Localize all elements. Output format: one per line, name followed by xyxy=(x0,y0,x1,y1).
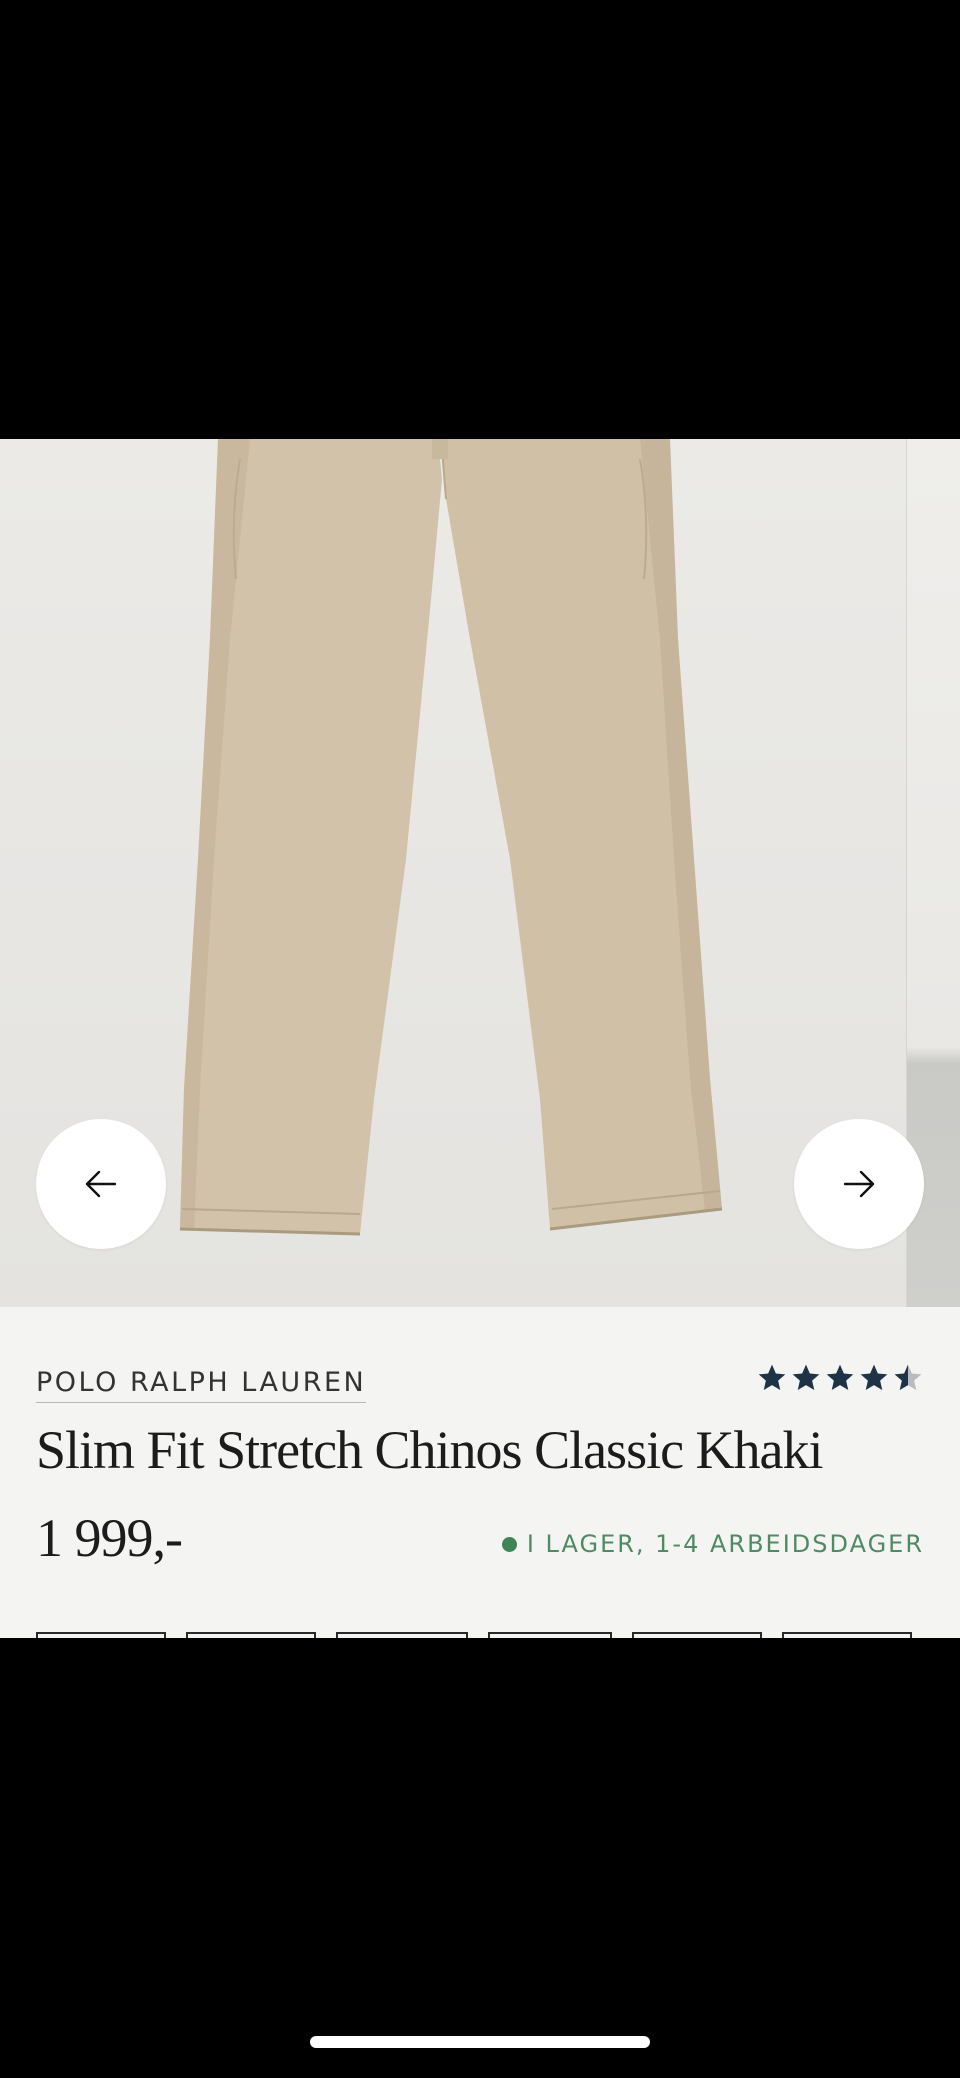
size-option[interactable] xyxy=(632,1632,762,1638)
star-full-icon xyxy=(792,1364,820,1390)
size-option[interactable] xyxy=(36,1632,166,1638)
screen: POLO RALPH LAUREN Slim Fit Stretch Chino… xyxy=(0,0,960,2078)
in-stock-dot-icon xyxy=(501,1536,517,1552)
arrow-right-icon xyxy=(843,1170,875,1198)
product-info-panel: POLO RALPH LAUREN Slim Fit Stretch Chino… xyxy=(0,1307,960,1638)
star-full-icon xyxy=(860,1364,888,1390)
size-option[interactable] xyxy=(488,1632,612,1638)
previous-image-button[interactable] xyxy=(36,1119,166,1249)
size-option[interactable] xyxy=(336,1632,468,1638)
stock-status-label: I LAGER, 1-4 ARBEIDSDAGER xyxy=(526,1530,924,1558)
size-option[interactable] xyxy=(782,1632,912,1638)
product-price: 1 999,- xyxy=(36,1508,183,1568)
next-image-button[interactable] xyxy=(794,1119,924,1249)
home-indicator[interactable] xyxy=(310,2036,650,2048)
star-full-icon xyxy=(826,1364,854,1390)
size-selector xyxy=(36,1632,932,1638)
brand-link[interactable]: POLO RALPH LAUREN xyxy=(36,1367,367,1403)
product-image-gallery[interactable] xyxy=(0,439,960,1307)
size-option[interactable] xyxy=(186,1632,316,1638)
product-image-chinos xyxy=(179,439,723,1236)
star-full-icon xyxy=(758,1364,786,1390)
product-title: Slim Fit Stretch Chinos Classic Khaki xyxy=(36,1420,824,1480)
stock-status: I LAGER, 1-4 ARBEIDSDAGER xyxy=(501,1530,924,1558)
star-half-icon xyxy=(894,1364,922,1390)
arrow-left-icon xyxy=(85,1170,117,1198)
rating-stars[interactable] xyxy=(756,1362,924,1394)
